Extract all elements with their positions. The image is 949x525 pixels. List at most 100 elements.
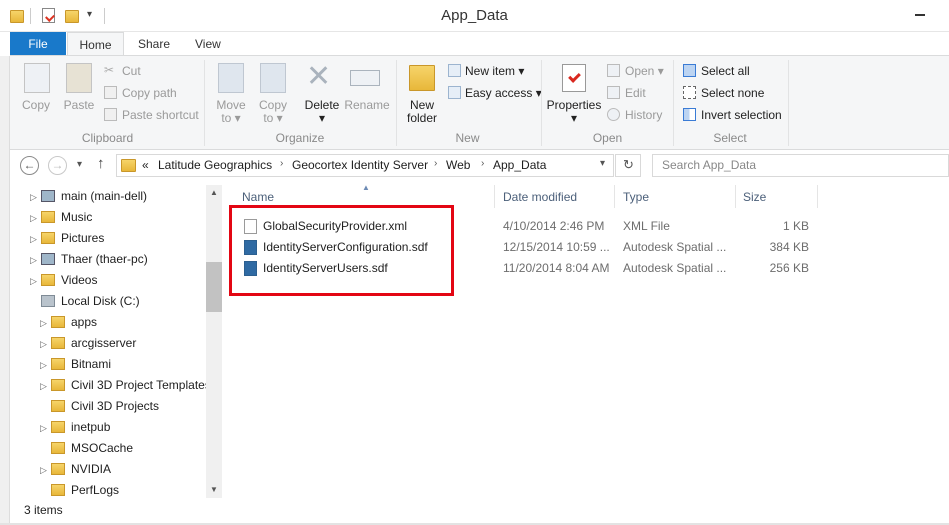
select-all-button[interactable]: Select all — [701, 64, 750, 78]
sidebar-item[interactable]: Civil 3D Projects — [40, 396, 159, 417]
rename-icon — [350, 70, 380, 86]
copy-to-button[interactable]: Copy to ▾ — [254, 99, 292, 125]
column-divider[interactable] — [614, 185, 615, 208]
column-divider[interactable] — [735, 185, 736, 208]
breadcrumb-app-data[interactable]: App_Data — [493, 158, 546, 172]
folder-icon — [51, 379, 65, 391]
folder-icon — [51, 463, 65, 475]
sidebar-item[interactable]: ▷ arcgisserver — [40, 333, 136, 354]
rename-button[interactable]: Rename — [344, 99, 390, 112]
sidebar-item[interactable]: ▷ apps — [40, 312, 97, 333]
open-button[interactable]: Open ▾ — [625, 64, 664, 78]
sidebar-item[interactable]: ▷ Bitnami — [40, 354, 111, 375]
annotation-highlight-box — [229, 205, 454, 296]
folder-icon — [51, 358, 65, 370]
select-none-button[interactable]: Select none — [701, 86, 764, 100]
forward-button[interactable]: → — [48, 156, 67, 175]
column-header-name[interactable]: Name — [242, 190, 274, 206]
nav-scrollbar-thumb[interactable] — [206, 262, 222, 312]
new-item-icon — [448, 64, 461, 77]
sidebar-item[interactable]: ▷ main (main-dell) — [30, 186, 147, 207]
tab-file[interactable]: File — [10, 32, 66, 56]
column-divider[interactable] — [817, 185, 818, 208]
drive-icon — [41, 295, 55, 307]
chevron-right-icon[interactable]: ▷ — [30, 250, 38, 271]
group-separator — [541, 60, 542, 146]
network-computer-icon — [41, 190, 55, 202]
chevron-right-icon[interactable]: ▷ — [30, 229, 38, 250]
nav-scrollbar[interactable] — [206, 185, 222, 498]
breadcrumb-separator[interactable]: › — [280, 158, 283, 169]
delete-button[interactable]: Delete ▾ — [302, 99, 342, 125]
back-button[interactable]: ← — [20, 156, 39, 175]
chevron-right-icon[interactable]: ▷ — [40, 313, 48, 334]
breadcrumb-latitude-geographics[interactable]: Latitude Geographics — [158, 158, 272, 172]
chevron-right-icon[interactable]: ▷ — [30, 208, 38, 229]
sidebar-item[interactable]: MSOCache — [40, 438, 133, 459]
paste-shortcut-button[interactable]: Paste shortcut — [122, 108, 199, 122]
scroll-down-icon[interactable]: ▼ — [210, 485, 218, 494]
select-none-icon — [683, 86, 696, 99]
folder-icon — [51, 484, 65, 496]
address-dropdown-icon[interactable]: ▾ — [600, 158, 605, 169]
chevron-right-icon[interactable]: ▷ — [40, 376, 48, 397]
sidebar-item[interactable]: ▷ NVIDIA — [40, 459, 111, 480]
paste-button[interactable]: Paste — [61, 99, 97, 112]
sidebar-item[interactable]: ▷ Pictures — [30, 228, 104, 249]
new-folder-button[interactable]: New folder — [401, 99, 443, 125]
delete-label: Delete — [304, 98, 340, 112]
new-item-button[interactable]: New item ▾ — [465, 64, 524, 78]
sidebar-item[interactable]: ▷ Civil 3D Project Templates — [40, 375, 211, 396]
file-size: 1 KB — [782, 219, 809, 233]
sidebar-item[interactable]: ▷ inetpub — [40, 417, 110, 438]
sidebar-item[interactable]: ▷ Videos — [30, 270, 97, 291]
delete-icon: ✕ — [306, 60, 332, 93]
chevron-right-icon[interactable]: ▷ — [30, 271, 38, 292]
breadcrumb-geocortex-identity-server[interactable]: Geocortex Identity Server — [292, 158, 428, 172]
breadcrumb-separator[interactable]: › — [434, 158, 437, 169]
easy-access-button[interactable]: Easy access ▾ — [465, 86, 542, 100]
chevron-right-icon[interactable]: ▷ — [40, 334, 48, 355]
music-folder-icon — [41, 211, 55, 223]
network-computer-icon — [41, 253, 55, 265]
tab-home[interactable]: Home — [67, 32, 124, 56]
column-header-date[interactable]: Date modified — [503, 190, 577, 206]
copy-icon — [24, 63, 50, 93]
folder-icon — [51, 316, 65, 328]
invert-selection-button[interactable]: Invert selection — [701, 108, 782, 122]
minimize-button[interactable] — [915, 14, 925, 16]
sidebar-item-label: inetpub — [71, 420, 111, 434]
sidebar-item[interactable]: Local Disk (C:) — [30, 291, 140, 312]
properties-button[interactable]: Properties ▾ — [546, 99, 602, 125]
breadcrumb-separator[interactable]: › — [481, 158, 484, 169]
up-button[interactable]: ↑ — [97, 155, 105, 172]
copy-button[interactable]: Copy — [20, 99, 52, 112]
new-folder-label-2: folder — [406, 111, 438, 125]
breadcrumb-web[interactable]: Web — [446, 158, 470, 172]
move-to-button[interactable]: Move to ▾ — [212, 99, 250, 125]
column-header-size[interactable]: Size — [743, 190, 766, 206]
folder-icon — [51, 421, 65, 433]
sidebar-item[interactable]: ▷ Thaer (thaer-pc) — [30, 249, 148, 270]
column-divider[interactable] — [494, 185, 495, 208]
refresh-button[interactable]: ↻ — [615, 154, 641, 177]
breadcrumb-overflow[interactable]: « — [142, 158, 149, 172]
search-input[interactable]: Search App_Data — [652, 154, 949, 177]
tab-share[interactable]: Share — [124, 32, 184, 56]
tab-view[interactable]: View — [181, 32, 235, 56]
chevron-right-icon[interactable]: ▷ — [40, 460, 48, 481]
column-header-type[interactable]: Type — [623, 190, 649, 206]
edit-button[interactable]: Edit — [625, 86, 646, 100]
history-button[interactable]: History — [625, 108, 662, 122]
recent-locations-chevron-icon[interactable]: ▾ — [77, 159, 82, 170]
copy-path-button[interactable]: Copy path — [122, 86, 177, 100]
chevron-right-icon[interactable]: ▷ — [40, 355, 48, 376]
sidebar-item[interactable]: ▷ Music — [30, 207, 92, 228]
chevron-right-icon[interactable]: ▷ — [40, 418, 48, 439]
chevron-right-icon[interactable]: ▷ — [30, 187, 38, 208]
sidebar-item-label: Local Disk (C:) — [61, 294, 140, 308]
group-label-select: Select — [713, 131, 747, 145]
cut-button[interactable]: Cut — [122, 64, 141, 78]
refresh-icon: ↻ — [623, 157, 634, 172]
scroll-up-icon[interactable]: ▲ — [210, 188, 218, 197]
